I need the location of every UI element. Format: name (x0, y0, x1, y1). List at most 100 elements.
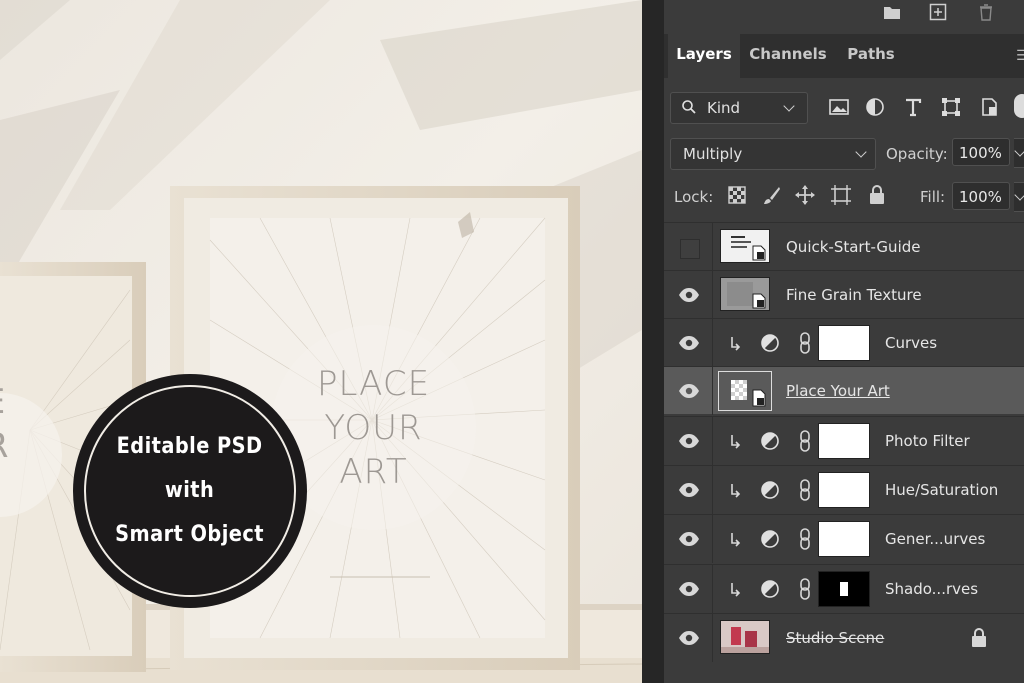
mockup-image: CE UR T PLACE YOUR ART Editable PSD with… (0, 0, 642, 683)
layer-row[interactable]: Studio Scene (664, 613, 1024, 662)
row-divider (712, 367, 713, 415)
tab-paths[interactable]: Paths (836, 34, 906, 78)
new-group-folder-icon[interactable] (882, 2, 902, 22)
adjustment-layer-filter-icon[interactable] (864, 96, 886, 118)
type-layer-filter-icon[interactable] (902, 96, 924, 118)
clipping-mask-arrow-icon (731, 583, 741, 597)
eye-icon[interactable] (678, 286, 700, 304)
left-frame-text: CE UR T (0, 380, 70, 540)
search-icon (682, 100, 696, 114)
eye-icon[interactable] (678, 530, 700, 548)
fill-slider-toggle[interactable] (1014, 182, 1024, 212)
row-divider (712, 565, 713, 613)
clipping-mask-arrow-icon (731, 337, 741, 351)
placeholder-line-3: ART (339, 451, 408, 492)
adjustment-layer-icon (761, 580, 779, 598)
fill-field[interactable]: 100% (952, 182, 1010, 210)
fill-label: Fill: (920, 188, 946, 206)
layer-name: Hue/Saturation (885, 481, 999, 499)
smart-object-filter-icon[interactable] (978, 96, 1000, 118)
placeholder-line-1: PLACE (316, 363, 431, 404)
row-divider (712, 515, 713, 563)
new-layer-icon[interactable] (928, 2, 948, 22)
background-thumbnail (720, 620, 770, 654)
clipping-mask-arrow-icon (731, 533, 741, 547)
layer-row[interactable]: Hue/Saturation (664, 465, 1024, 514)
layer-row[interactable]: Quick-Start-Guide (664, 222, 1024, 271)
eye-icon[interactable] (678, 580, 700, 598)
lock-all-icon[interactable] (866, 184, 888, 206)
link-chain-icon[interactable] (798, 527, 812, 551)
filter-kind-select[interactable]: Kind (670, 92, 808, 124)
eye-icon[interactable] (678, 629, 700, 647)
lock-position-move-icon[interactable] (794, 184, 816, 206)
opacity-slider-toggle[interactable] (1014, 138, 1024, 168)
blend-mode-select[interactable]: Multiply (670, 138, 876, 170)
eye-icon[interactable] (678, 334, 700, 352)
row-divider (712, 466, 713, 514)
layer-name: Photo Filter (885, 432, 970, 450)
adjustment-layer-icon (761, 481, 779, 499)
link-chain-icon[interactable] (798, 331, 812, 355)
lock-image-pixels-brush-icon[interactable] (760, 184, 782, 206)
eye-icon[interactable] (678, 481, 700, 499)
link-chain-icon[interactable] (798, 429, 812, 453)
layers-panel: Layers Channels Paths ☰ Kind Multiply Op… (664, 0, 1024, 683)
opacity-field[interactable]: 100% (952, 138, 1010, 166)
layer-name: Quick-Start-Guide (786, 238, 921, 256)
clipping-mask-arrow-icon (731, 484, 741, 498)
chevron-down-icon (783, 100, 795, 112)
clipping-mask-arrow-icon (731, 435, 741, 449)
filter-toggle-switch[interactable] (1014, 94, 1024, 118)
layer-name: Studio Scene (786, 629, 885, 647)
smart-object-thumbnail (720, 277, 770, 311)
layer-row-selected[interactable]: Place Your Art (664, 366, 1024, 415)
adjustment-layer-icon (761, 432, 779, 450)
eye-icon[interactable] (678, 432, 700, 450)
layer-mask-thumbnail[interactable] (818, 325, 870, 361)
smart-object-thumbnail (720, 229, 770, 263)
layer-mask-thumbnail[interactable] (818, 423, 870, 459)
row-divider (712, 319, 713, 367)
layer-mask-thumbnail[interactable] (818, 521, 870, 557)
layer-row[interactable]: Gener...urves (664, 514, 1024, 563)
row-divider (712, 271, 713, 319)
adjustment-layer-icon (761, 334, 779, 352)
link-chain-icon[interactable] (798, 577, 812, 601)
layer-row[interactable]: Fine Grain Texture (664, 270, 1024, 319)
lock-transparent-pixels-icon[interactable] (726, 184, 748, 206)
pixel-layer-filter-icon[interactable] (828, 96, 850, 118)
lock-icon[interactable] (970, 628, 988, 648)
layer-row[interactable]: Shado...rves (664, 564, 1024, 613)
eye-icon[interactable] (678, 382, 700, 400)
adjustment-layer-icon (761, 530, 779, 548)
badge-text: Editable PSD with Smart Object (116, 425, 265, 557)
link-chain-icon[interactable] (798, 478, 812, 502)
layer-mask-thumbnail[interactable] (818, 571, 870, 607)
filter-kind-label: Kind (707, 99, 741, 117)
layer-row[interactable]: Photo Filter (664, 416, 1024, 465)
lock-label: Lock: (674, 188, 714, 206)
lock-artboard-icon[interactable] (830, 184, 852, 206)
trash-icon[interactable] (976, 2, 996, 22)
layer-row[interactable]: Curves (664, 318, 1024, 367)
editable-psd-badge: Editable PSD with Smart Object (76, 377, 304, 605)
left-frame-line-2: UR (0, 424, 70, 468)
blend-mode-value: Multiply (683, 145, 743, 163)
row-divider (712, 614, 713, 662)
layer-name: Curves (885, 334, 938, 352)
tab-channels[interactable]: Channels (744, 34, 832, 78)
layer-name: Shado...rves (885, 580, 979, 598)
row-divider (712, 417, 713, 465)
tab-layers[interactable]: Layers (668, 34, 740, 78)
left-frame-line-3: T (0, 468, 70, 512)
panel-menu-icon[interactable]: ☰ (1016, 48, 1024, 64)
layer-mask-thumbnail[interactable] (818, 472, 870, 508)
smart-object-thumbnail (718, 371, 772, 411)
layer-name: Fine Grain Texture (786, 286, 922, 304)
visibility-toggle-off[interactable] (680, 239, 700, 259)
shape-layer-filter-icon[interactable] (940, 96, 962, 118)
placeholder-line-2: YOUR (324, 407, 423, 448)
panel-divider (642, 0, 664, 683)
badge-line-3: Smart Object (115, 522, 265, 547)
